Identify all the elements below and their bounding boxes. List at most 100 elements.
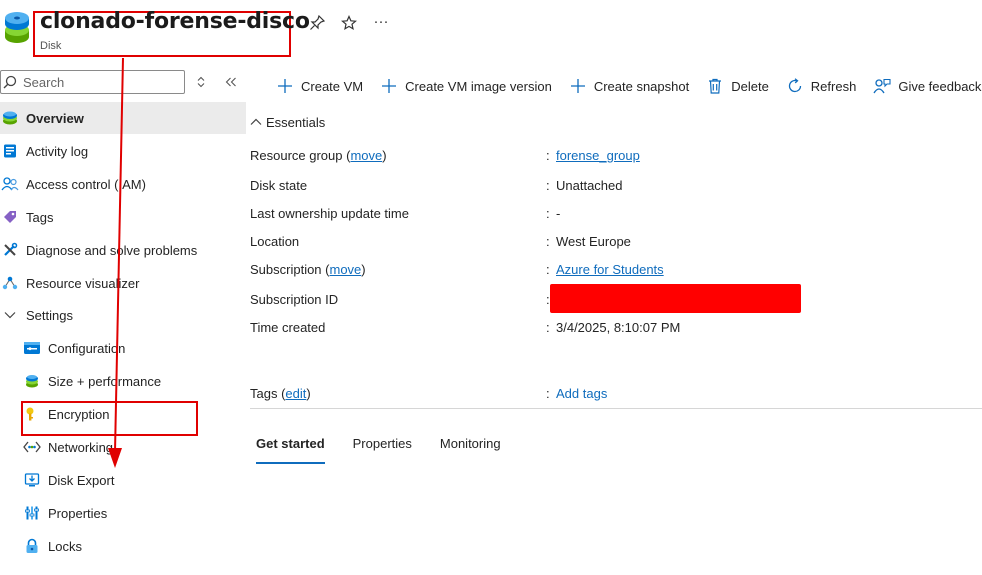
sidebar-group-settings[interactable]: Settings — [0, 299, 246, 331]
create-vm-image-version-button[interactable]: Create VM image version — [380, 77, 552, 95]
networking-icon — [22, 437, 42, 457]
page-title: clonado-forense-disco — [40, 9, 310, 34]
time-created-row: Time created : 3/4/2025, 8:10:07 PM — [250, 320, 970, 340]
feedback-person-icon — [873, 77, 891, 95]
sidebar-item-label: Properties — [48, 505, 108, 521]
sidebar: Overview Activity log Access control (IA… — [0, 62, 246, 575]
tags-label: Tags (edit) — [250, 386, 311, 401]
resource-group-label: Resource group (move) — [250, 148, 387, 163]
disk-state-row: Disk state : Unattached — [250, 178, 970, 198]
delete-button[interactable]: Delete — [706, 77, 769, 95]
subscription-link[interactable]: Azure for Students — [556, 262, 664, 277]
sidebar-item-overview[interactable]: Overview — [0, 102, 246, 134]
visualizer-icon — [0, 273, 20, 293]
location-row: Location : West Europe — [250, 234, 970, 254]
location-label: Location — [250, 234, 300, 249]
page-subtitle: Disk — [40, 40, 62, 52]
sidebar-item-label: Diagnose and solve problems — [26, 242, 198, 258]
tab-monitoring[interactable]: Monitoring — [440, 434, 501, 464]
sidebar-item-label: Tags — [26, 209, 54, 225]
resource-group-move-link[interactable]: move — [350, 148, 382, 163]
sidebar-item-size-performance[interactable]: Size + performance — [0, 365, 246, 397]
search-input[interactable] — [23, 74, 173, 90]
subscription-id-redaction — [550, 284, 801, 313]
sidebar-item-label: Settings — [26, 307, 73, 323]
resource-group-row: Resource group (move) : forense_group — [250, 148, 970, 168]
configuration-icon — [22, 338, 42, 358]
activity-log-icon — [0, 141, 20, 161]
search-icon — [3, 75, 17, 89]
tag-icon — [0, 207, 20, 227]
disk-resource-icon — [5, 12, 29, 43]
subscription-row: Subscription (move) : Azure for Students — [250, 262, 970, 282]
overview-disk-icon — [0, 108, 20, 128]
tags-edit-link[interactable]: edit — [285, 386, 306, 401]
sidebar-item-label: Resource visualizer — [26, 275, 140, 291]
tab-properties[interactable]: Properties — [353, 434, 412, 464]
time-created-value: 3/4/2025, 8:10:07 PM — [556, 320, 681, 335]
properties-icon — [22, 503, 42, 523]
add-tags-link[interactable]: Add tags — [556, 386, 607, 401]
ownership-value: - — [556, 206, 561, 221]
colon: : — [546, 148, 550, 163]
refresh-label: Refresh — [810, 78, 857, 94]
ownership-row: Last ownership update time : - — [250, 206, 970, 226]
plus-icon — [569, 77, 587, 95]
essentials-toggle[interactable]: Essentials — [250, 115, 325, 130]
colon: : — [546, 178, 550, 193]
sidebar-item-properties[interactable]: Properties — [0, 497, 246, 529]
create-vm-label: Create VM — [301, 78, 364, 94]
subscription-label: Subscription (move) — [250, 262, 366, 277]
command-bar: Create VM Create VM image version Create… — [276, 72, 982, 100]
pin-icon[interactable] — [308, 14, 326, 32]
sidebar-item-tags[interactable]: Tags — [0, 201, 246, 233]
resource-group-link[interactable]: forense_group — [556, 148, 640, 163]
colon: : — [546, 234, 550, 249]
people-icon — [0, 174, 20, 194]
tab-get-started[interactable]: Get started — [256, 434, 325, 464]
sidebar-item-activity-log[interactable]: Activity log — [0, 135, 246, 167]
trash-icon — [706, 77, 724, 95]
colon: : — [546, 206, 550, 221]
sidebar-item-label: Configuration — [48, 340, 126, 356]
sidebar-item-label: Networking — [48, 439, 114, 455]
star-icon[interactable] — [340, 14, 358, 32]
give-feedback-button[interactable]: Give feedback — [873, 77, 981, 95]
sidebar-item-label: Overview — [26, 110, 84, 126]
disk-state-label: Disk state — [250, 178, 308, 193]
sidebar-item-label: Locks — [48, 538, 82, 554]
ownership-label: Last ownership update time — [250, 206, 409, 221]
create-vm-button[interactable]: Create VM — [276, 77, 363, 95]
more-icon[interactable]: ··· — [372, 12, 390, 30]
essentials-divider — [250, 408, 982, 409]
disk-export-icon — [22, 470, 42, 490]
sidebar-item-configuration[interactable]: Configuration — [0, 332, 246, 364]
search-box[interactable] — [0, 70, 185, 94]
colon: : — [546, 262, 550, 277]
refresh-button[interactable]: Refresh — [786, 77, 857, 95]
chevron-down-icon — [0, 305, 20, 325]
create-snapshot-label: Create snapshot — [593, 78, 690, 94]
sidebar-item-disk-export[interactable]: Disk Export — [0, 464, 246, 496]
sidebar-item-locks[interactable]: Locks — [0, 530, 246, 562]
sort-toggle-icon[interactable] — [193, 74, 209, 90]
subscription-id-label: Subscription ID — [250, 292, 339, 307]
sidebar-item-label: Activity log — [26, 143, 89, 159]
subscription-move-link[interactable]: move — [329, 262, 361, 277]
create-snapshot-button[interactable]: Create snapshot — [569, 77, 689, 95]
overview-tabs: Get started Properties Monitoring — [256, 434, 529, 464]
colon: : — [546, 320, 550, 335]
plus-icon — [276, 77, 294, 95]
sidebar-item-diagnose[interactable]: Diagnose and solve problems — [0, 234, 246, 266]
sidebar-item-access-control[interactable]: Access control (IAM) — [0, 168, 246, 200]
colon: : — [546, 386, 550, 401]
delete-label: Delete — [731, 78, 769, 94]
time-created-label: Time created — [250, 320, 326, 335]
sidebar-item-resource-visualizer[interactable]: Resource visualizer — [0, 267, 246, 299]
disk-state-value: Unattached — [556, 178, 623, 193]
collapse-sidebar-icon[interactable] — [223, 74, 239, 90]
chevron-up-icon — [250, 117, 262, 129]
tags-row: Tags (edit) : Add tags — [250, 386, 970, 406]
lock-icon — [22, 536, 42, 556]
page-header: clonado-forense-disco Disk ··· — [0, 0, 982, 62]
